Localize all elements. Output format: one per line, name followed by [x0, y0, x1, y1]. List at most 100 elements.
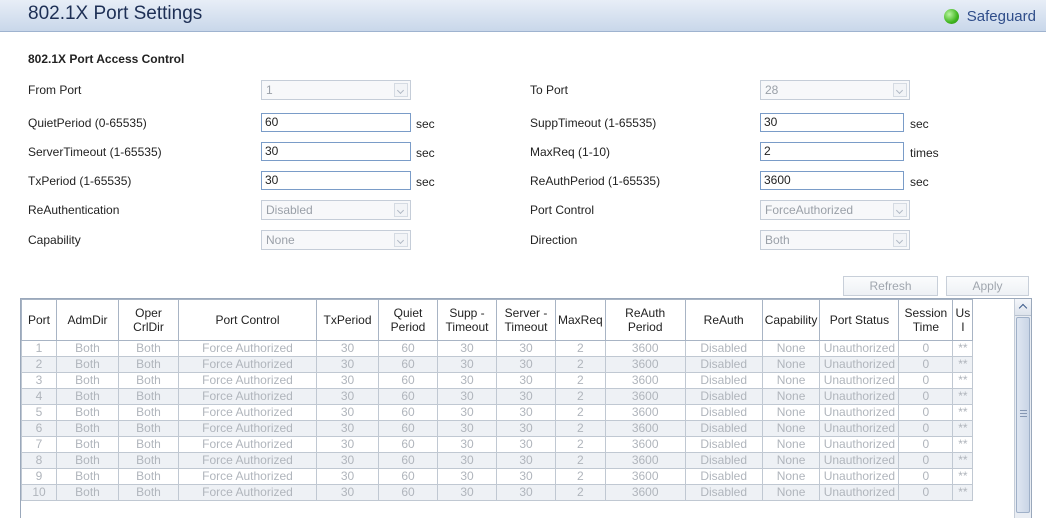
table-cell: None [761, 436, 821, 453]
table-cell: Both [56, 452, 119, 469]
table-row: 4 Both Both Force Authorized 30 60 30 30 2 3600 Di… [21, 388, 974, 405]
chevron-down-icon [394, 83, 408, 97]
table-cell: 30 [496, 388, 556, 405]
col-header-port-status: Port Status [819, 299, 900, 341]
table-cell: 2 [555, 372, 606, 389]
table-cell: 9 [21, 468, 57, 485]
table-cell: 60 [378, 388, 438, 405]
table-cell: Disabled [684, 372, 763, 389]
table-cell: 30 [437, 388, 497, 405]
table-cell: Unauthorized [819, 452, 900, 469]
direction-label: Direction [530, 233, 578, 247]
table-cell: 30 [496, 356, 556, 373]
table-cell: 30 [316, 340, 379, 357]
server-timeout-unit: sec [416, 146, 435, 160]
server-timeout-input[interactable]: 30 [261, 142, 411, 161]
table-cell: 30 [316, 468, 379, 485]
table-cell: Both [118, 388, 179, 405]
col-header-port-control: Port Control [178, 299, 317, 341]
status-dot-icon [943, 8, 959, 24]
table-cell: Force Authorized [178, 404, 317, 421]
table-cell: None [761, 404, 821, 421]
scrollbar-thumb[interactable] [1016, 317, 1030, 513]
table-cell: ** [952, 420, 974, 437]
from-port-select[interactable]: 1 [261, 80, 411, 100]
to-port-select[interactable]: 28 [760, 80, 910, 100]
table-cell: 2 [555, 420, 606, 437]
table-cell: 60 [378, 372, 438, 389]
quiet-period-unit: sec [416, 117, 435, 131]
table-scrollbar[interactable] [1014, 299, 1031, 518]
scroll-up-icon[interactable] [1015, 299, 1031, 316]
capability-select[interactable]: None [261, 230, 411, 250]
col-header-user: Us I [952, 299, 974, 341]
direction-select[interactable]: Both [760, 230, 910, 250]
table-cell: 2 [555, 436, 606, 453]
table-cell: Unauthorized [819, 436, 900, 453]
table-cell: Both [56, 372, 119, 389]
table-cell: Force Authorized [178, 356, 317, 373]
port-control-select[interactable]: ForceAuthorized [760, 200, 910, 220]
table-cell: 2 [555, 468, 606, 485]
table-row: 3 Both Both Force Authorized 30 60 30 30 2 3600 Di… [21, 372, 974, 389]
table-cell: 3600 [604, 356, 686, 373]
table-cell: 30 [496, 484, 556, 501]
table-cell: Both [118, 436, 179, 453]
supp-timeout-input[interactable]: 30 [760, 113, 904, 132]
table-cell: ** [952, 468, 974, 485]
table-cell: Both [56, 420, 119, 437]
table-cell: 30 [437, 356, 497, 373]
table-cell: ** [952, 372, 974, 389]
table-cell: 1 [21, 340, 57, 357]
col-header-maxreq: MaxReq [555, 299, 606, 341]
table-cell: Disabled [684, 436, 763, 453]
from-port-value: 1 [266, 83, 273, 97]
table-cell: 30 [437, 404, 497, 421]
chevron-down-icon [893, 83, 907, 97]
col-header-supp-timeout: Supp - Timeout [437, 299, 497, 341]
table-cell: 30 [316, 404, 379, 421]
table-cell: 30 [316, 388, 379, 405]
table-cell: Force Authorized [178, 452, 317, 469]
max-req-input[interactable]: 2 [760, 142, 904, 161]
safeguard-indicator: Safeguard [943, 6, 1036, 26]
table-cell: 8 [21, 452, 57, 469]
to-port-value: 28 [765, 83, 779, 97]
quiet-period-label: QuietPeriod (0-65535) [28, 116, 147, 130]
col-header-admdir: AdmDir [56, 299, 119, 341]
table-cell: 3600 [604, 420, 686, 437]
supp-timeout-unit: sec [910, 117, 929, 131]
table-cell: None [761, 484, 821, 501]
table-cell: 2 [555, 340, 606, 357]
chevron-down-icon [893, 233, 907, 247]
refresh-button[interactable]: Refresh [843, 276, 938, 296]
table-cell: None [761, 468, 821, 485]
table-cell: 30 [316, 356, 379, 373]
table-cell: 30 [437, 372, 497, 389]
quiet-period-input[interactable]: 60 [261, 113, 411, 132]
reauthentication-label: ReAuthentication [28, 203, 120, 217]
table-cell: 0 [898, 436, 954, 453]
apply-button[interactable]: Apply [946, 276, 1029, 296]
reauth-period-input[interactable]: 3600 [760, 171, 904, 190]
reauthentication-select[interactable]: Disabled [261, 200, 411, 220]
table-cell: 3600 [604, 372, 686, 389]
table-cell: Unauthorized [819, 340, 900, 357]
table-cell: 3600 [604, 388, 686, 405]
table-header-row: Port AdmDir Oper CrlDir Port Control TxP… [21, 299, 974, 341]
table-cell: 30 [437, 452, 497, 469]
table-cell: Unauthorized [819, 372, 900, 389]
table-cell: 2 [555, 388, 606, 405]
col-header-reauth-period: ReAuth Period [604, 299, 686, 341]
table-cell: Both [56, 356, 119, 373]
table-row: 8 Both Both Force Authorized 30 60 30 30 2 3600 Di… [21, 452, 974, 469]
table-cell: 2 [21, 356, 57, 373]
from-port-label: From Port [28, 83, 82, 97]
table-cell: Both [56, 340, 119, 357]
table-cell: 0 [898, 388, 954, 405]
table-cell: 3600 [604, 436, 686, 453]
table-cell: 30 [437, 420, 497, 437]
table-cell: 30 [437, 436, 497, 453]
table-cell: 0 [898, 468, 954, 485]
tx-period-input[interactable]: 30 [261, 171, 411, 190]
